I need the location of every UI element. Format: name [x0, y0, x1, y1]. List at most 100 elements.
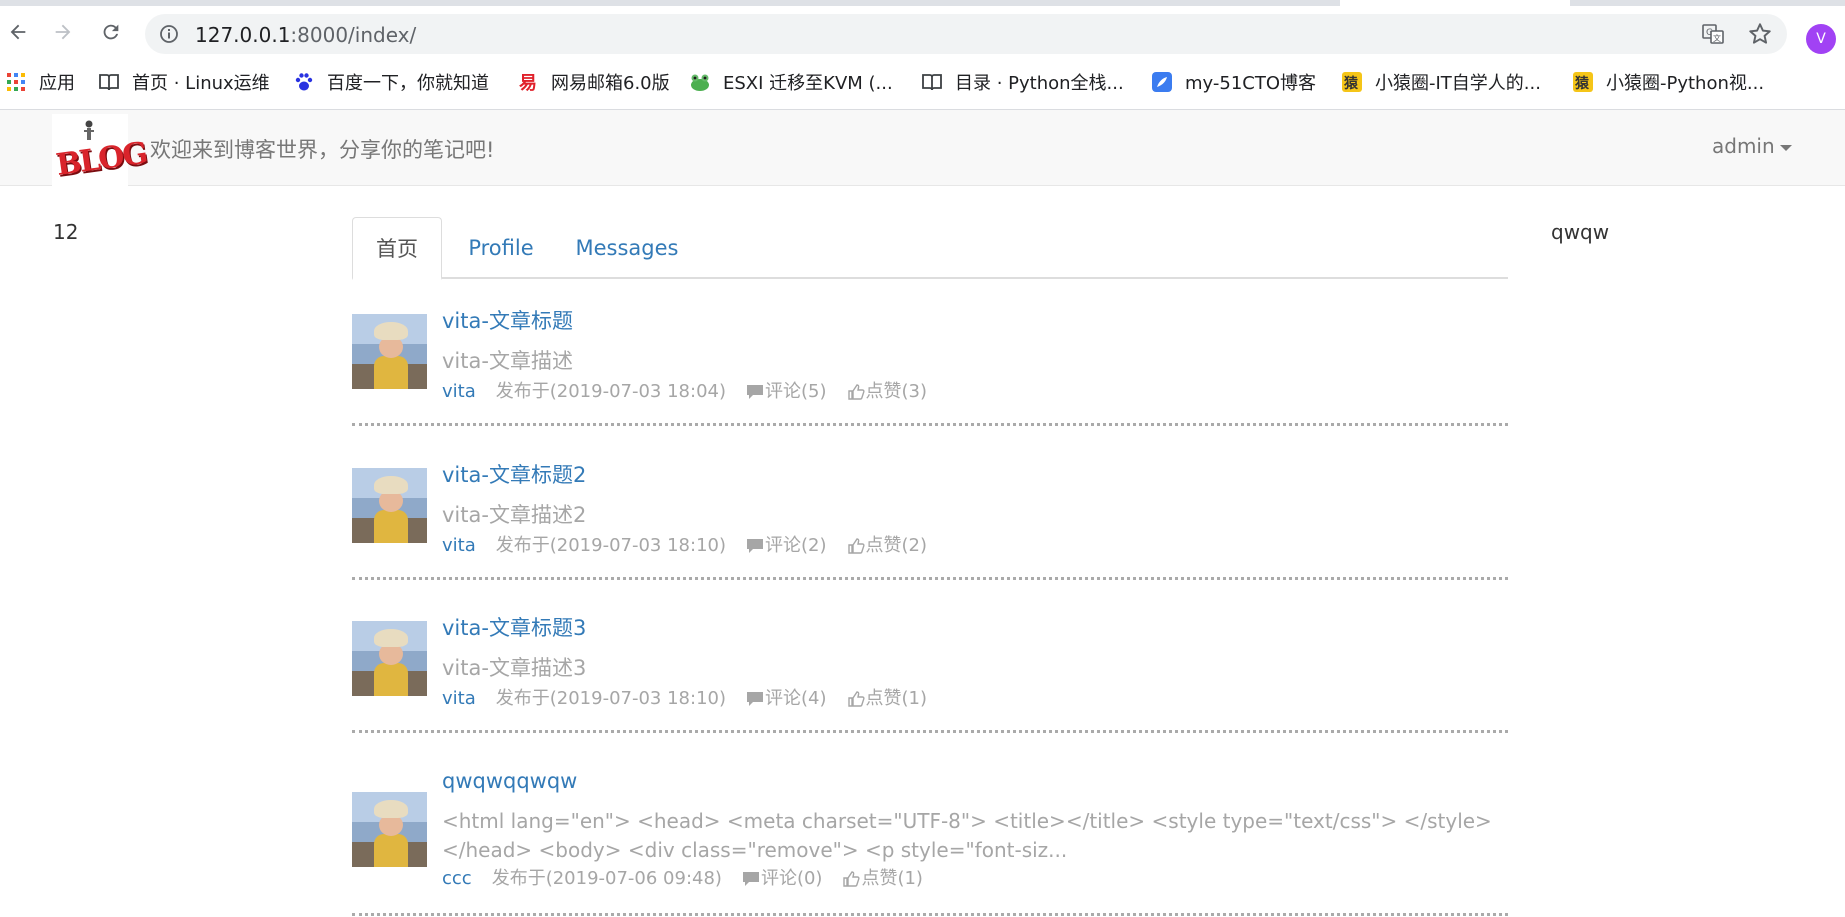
profile-avatar[interactable]: V — [1806, 24, 1836, 54]
feather-icon — [1151, 71, 1173, 93]
comment-icon — [742, 872, 759, 886]
comment-count: 评论(0) — [760, 868, 823, 889]
article-meta: vita 发布于(2019-07-03 18:10) 评论(4) 点赞(1) — [442, 687, 1508, 711]
bookmark-label: my-51CTO博客 — [1185, 73, 1317, 94]
arrow-left-icon — [10, 24, 26, 40]
svg-text:猿: 猿 — [1574, 75, 1590, 92]
article-meta: vita 发布于(2019-07-03 18:10) 评论(2) 点赞(2) — [442, 534, 1508, 558]
comment-count: 评论(4) — [765, 688, 827, 709]
comment-icon — [747, 385, 763, 399]
article-title[interactable]: vita-文章标题2 — [442, 461, 1508, 489]
bookmark-label: 应用 — [39, 73, 75, 94]
back-button[interactable] — [2, 16, 34, 48]
article-date: 发布于(2019-07-03 18:10) — [495, 535, 726, 556]
bookmark-baidu[interactable]: 百度一下，你就知道 — [293, 68, 489, 96]
article-item: vita-文章标题2 vita-文章描述2 vita 发布于(2019-07-0… — [352, 426, 1508, 580]
comment-icon — [747, 692, 763, 706]
apps-grid-icon — [5, 71, 27, 93]
bookmark-linux[interactable]: 首页 · Linux运维 — [98, 68, 270, 96]
article-author[interactable]: vita — [442, 687, 476, 711]
svg-text:猿: 猿 — [1343, 75, 1359, 92]
yuan-icon: 猿 — [1341, 71, 1363, 93]
url-text[interactable]: 127.0.0.1:8000/index/ — [195, 23, 416, 47]
bookmark-label: 小猿圈-IT自学人的... — [1375, 73, 1541, 94]
bookmark-51cto[interactable]: my-51CTO博客 — [1151, 68, 1316, 96]
bookmark-label: 百度一下，你就知道 — [327, 73, 489, 94]
bookmark-python[interactable]: 目录 · Python全栈... — [921, 68, 1124, 96]
author-avatar[interactable] — [352, 621, 427, 696]
article-date: 发布于(2019-07-06 09:48) — [491, 868, 722, 889]
right-column-text: qwqw — [1551, 220, 1610, 244]
forward-button[interactable] — [47, 16, 79, 48]
arrow-right-icon — [55, 24, 71, 40]
bookmark-apps[interactable]: 应用 — [5, 68, 75, 96]
info-icon[interactable] — [159, 24, 179, 44]
tab-profile[interactable]: Profile — [450, 217, 552, 279]
like-count: 点赞(1) — [865, 688, 928, 709]
thumbs-up-icon — [843, 871, 861, 887]
article-likes[interactable]: 点赞(1) — [847, 687, 928, 711]
netease-mail-icon: 易 — [517, 71, 539, 93]
author-avatar[interactable] — [352, 792, 427, 867]
user-name: admin — [1712, 134, 1775, 158]
article-date: 发布于(2019-07-03 18:04) — [495, 381, 726, 402]
browser-toolbar: 127.0.0.1:8000/index/ G 文 V — [0, 6, 1845, 60]
article-likes[interactable]: 点赞(3) — [847, 380, 927, 404]
yuan-icon: 猿 — [1572, 71, 1594, 93]
url-host: 127.0.0.1 — [195, 23, 291, 47]
article-description: vita-文章描述2 — [442, 503, 587, 527]
bookmark-netease[interactable]: 易 网易邮箱6.0版 — [517, 68, 670, 96]
reload-button[interactable] — [95, 16, 127, 48]
article-item: vita-文章标题 vita-文章描述 vita 发布于(2019-07-03 … — [352, 300, 1508, 426]
baidu-paw-icon — [293, 71, 315, 93]
thumbs-up-icon — [847, 384, 865, 400]
tab-messages[interactable]: Messages — [562, 217, 692, 279]
comment-count: 评论(2) — [765, 535, 827, 556]
article-meta: vita 发布于(2019-07-03 18:04) 评论(5) 点赞(3) — [442, 380, 1508, 404]
bookmark-yuan-it[interactable]: 猿 小猿圈-IT自学人的... — [1341, 68, 1541, 96]
translate-icon[interactable]: G 文 — [1701, 22, 1725, 46]
left-column-text: 12 — [53, 220, 79, 244]
comment-count: 评论(5) — [765, 381, 827, 402]
comment-icon — [747, 539, 763, 553]
address-bar[interactable]: 127.0.0.1:8000/index/ G 文 — [145, 14, 1787, 54]
logo-text: BLOG — [54, 135, 149, 184]
frog-icon — [689, 71, 711, 93]
article-description: vita-文章描述 — [442, 349, 573, 373]
article-title[interactable]: vita-文章标题3 — [442, 614, 1508, 642]
article-likes[interactable]: 点赞(1) — [842, 867, 923, 891]
thumbs-up-icon — [847, 691, 865, 707]
bookmark-label: 目录 · Python全栈... — [955, 73, 1124, 94]
content-tabs: 首页 Profile Messages — [352, 217, 1508, 280]
blog-logo[interactable]: BLOG — [52, 114, 148, 186]
article-author[interactable]: vita — [442, 534, 476, 558]
article-list: vita-文章标题 vita-文章描述 vita 发布于(2019-07-03 … — [352, 300, 1508, 916]
article-item: vita-文章标题3 vita-文章描述3 vita 发布于(2019-07-0… — [352, 580, 1508, 733]
bookmarks-bar: 应用 首页 · Linux运维 百度一下，你就知道 易 网易邮箱6.0版 ESX… — [0, 64, 1845, 100]
bookmark-star-icon[interactable] — [1747, 21, 1773, 47]
article-title[interactable]: qwqwqqwqw — [442, 767, 1508, 795]
caret-down-icon — [1779, 144, 1792, 151]
article-comments[interactable]: 评论(0) — [742, 867, 823, 891]
article-title[interactable]: vita-文章标题 — [442, 307, 1508, 335]
user-dropdown[interactable]: admin — [1712, 134, 1792, 158]
bookmark-yuan-python[interactable]: 猿 小猿圈-Python视... — [1572, 68, 1764, 96]
article-item: qwqwqqwqw <html lang="en"> <head> <meta … — [352, 733, 1508, 916]
site-navbar: BLOG 欢迎来到博客世界，分享你的笔记吧! admin — [0, 110, 1845, 186]
like-count: 点赞(2) — [865, 535, 928, 556]
bookmark-label: 网易邮箱6.0版 — [551, 73, 670, 94]
book-icon — [98, 71, 120, 93]
author-avatar[interactable] — [352, 468, 427, 543]
article-date: 发布于(2019-07-03 18:10) — [495, 688, 726, 709]
book-icon — [921, 71, 943, 93]
article-comments[interactable]: 评论(2) — [746, 534, 827, 558]
tab-home[interactable]: 首页 — [352, 217, 442, 280]
article-comments[interactable]: 评论(4) — [746, 687, 827, 711]
article-description: <html lang="en"> <head> <meta charset="U… — [442, 809, 1492, 862]
article-likes[interactable]: 点赞(2) — [847, 534, 928, 558]
article-author[interactable]: ccc — [442, 867, 472, 891]
author-avatar[interactable] — [352, 314, 427, 389]
article-author[interactable]: vita — [442, 380, 476, 404]
article-comments[interactable]: 评论(5) — [746, 380, 827, 404]
bookmark-esxi[interactable]: ESXI 迁移至KVM (... — [689, 68, 893, 96]
